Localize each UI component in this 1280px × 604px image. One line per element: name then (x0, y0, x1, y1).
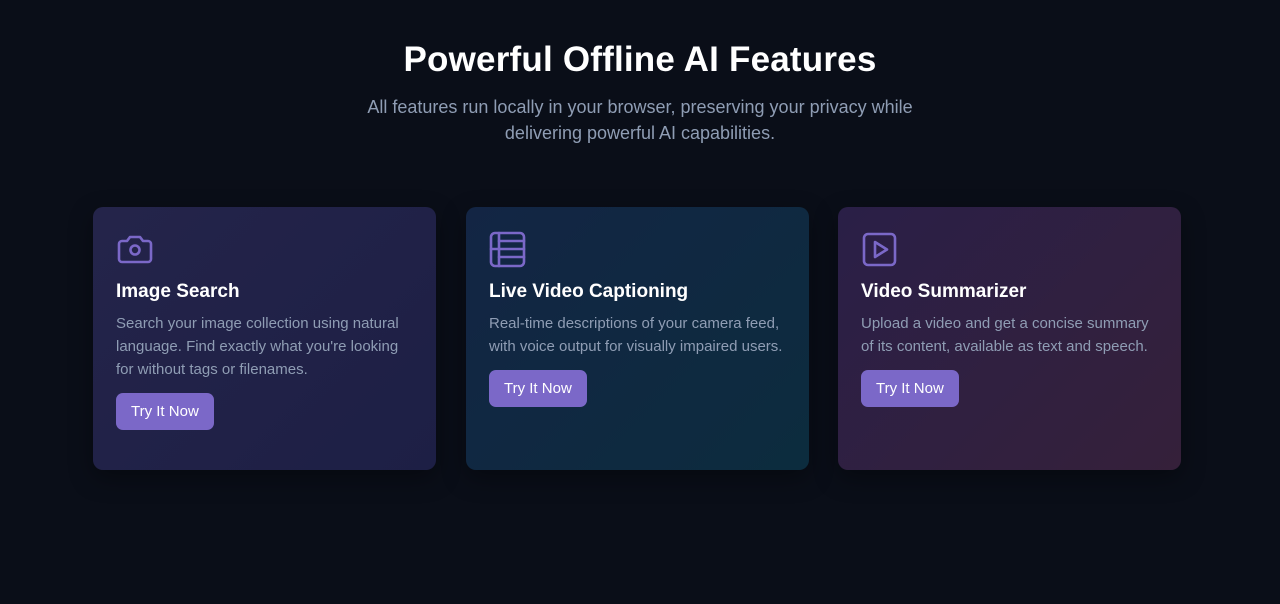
feature-card-image-search: Image Search Search your image collectio… (93, 207, 436, 470)
camera-icon (116, 231, 154, 269)
try-it-now-button[interactable]: Try It Now (489, 370, 587, 407)
video-layout-icon (489, 231, 527, 269)
try-it-now-button[interactable]: Try It Now (116, 393, 214, 430)
feature-card-live-video-captioning: Live Video Captioning Real-time descript… (466, 207, 809, 470)
card-description: Upload a video and get a concise summary… (861, 315, 1149, 355)
try-it-now-button[interactable]: Try It Now (861, 370, 959, 407)
card-title: Live Video Captioning (489, 281, 689, 302)
play-square-icon (861, 231, 899, 269)
card-title: Image Search (116, 281, 240, 302)
section-subtitle: All features run locally in your browser… (367, 97, 913, 143)
card-description: Real-time descriptions of your camera fe… (489, 315, 783, 355)
section-title: Powerful Offline AI Features (403, 40, 877, 79)
card-description: Search your image collection using natur… (116, 315, 399, 378)
feature-card-video-summarizer: Video Summarizer Upload a video and get … (838, 207, 1181, 470)
card-title: Video Summarizer (861, 281, 1027, 302)
features-section: Powerful Offline AI Features All feature… (0, 0, 1280, 604)
